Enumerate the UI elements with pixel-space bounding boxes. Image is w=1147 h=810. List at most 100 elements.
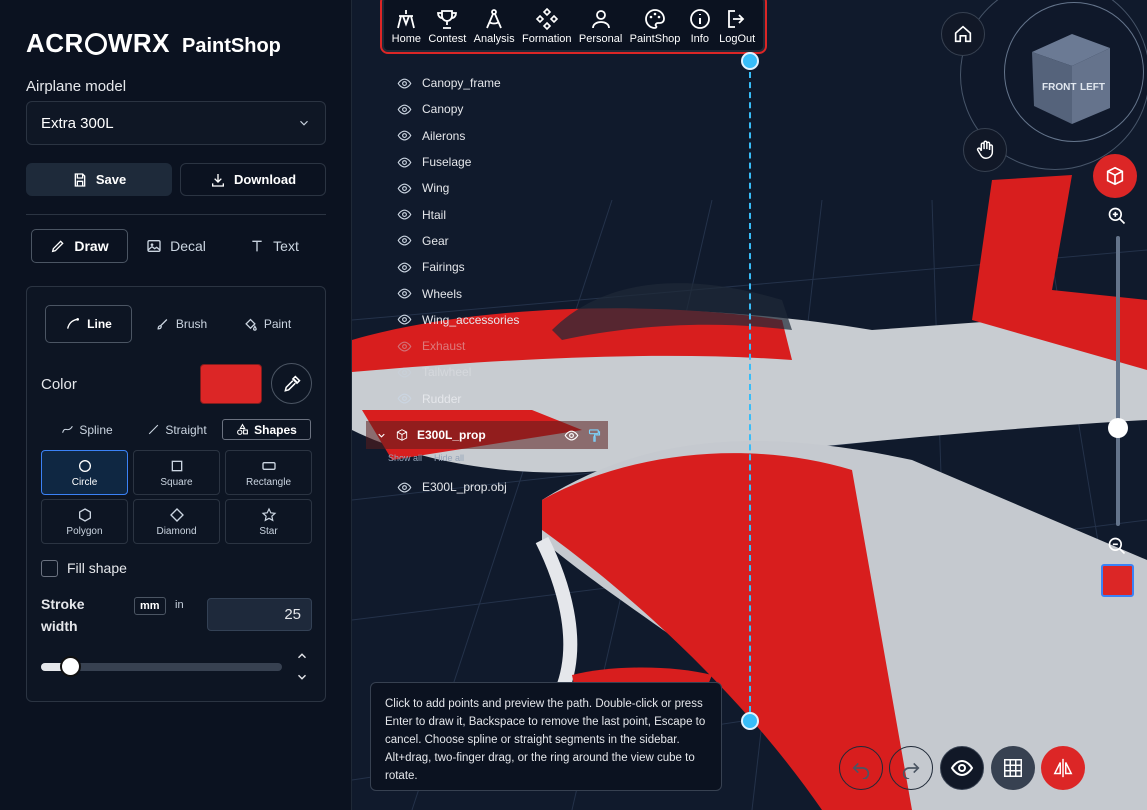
hexagon-icon [78,507,91,522]
child-part-name: E300L_prop.obj [422,480,507,495]
object-mode-button[interactable] [1093,154,1137,198]
nav-logout[interactable]: LogOut [719,7,755,45]
chevron-down-icon [300,120,308,126]
shape-polygon[interactable]: Polygon [41,499,128,544]
download-button[interactable]: Download [180,163,326,196]
unit-in-button[interactable]: in [175,599,184,611]
part-row[interactable]: Wing [380,175,610,201]
stroke-slider[interactable] [41,656,282,677]
nav-formation[interactable]: Formation [522,7,572,45]
eye-icon[interactable] [397,480,412,495]
chevron-down-icon[interactable] [295,670,309,684]
diamond-icon [169,507,184,522]
trophy-icon [437,10,458,29]
grid-toggle-button[interactable] [991,746,1035,790]
eye-icon[interactable] [397,260,412,275]
fill-shape-checkbox[interactable] [41,560,58,577]
zoom-slider[interactable] [1116,236,1120,526]
mode-shapes[interactable]: Shapes [222,419,311,440]
nav-analysis[interactable]: Analysis [474,7,515,45]
eye-icon[interactable] [397,155,412,170]
eye-icon[interactable] [397,286,412,301]
active-color-indicator[interactable] [1101,564,1134,597]
path-point-start[interactable] [741,52,759,70]
color-swatch[interactable] [200,364,262,404]
paint-roller-icon[interactable] [587,428,602,443]
eye-icon[interactable] [397,391,412,406]
nav-home[interactable]: Home [392,7,421,45]
undo-button[interactable] [839,746,883,790]
grid-icon [1004,759,1022,777]
visibility-button[interactable] [940,746,984,790]
shape-rectangle[interactable]: Rectangle [225,450,312,495]
home-view-button[interactable] [941,12,985,56]
model-select[interactable]: Extra 300L [26,101,326,145]
eye-icon[interactable] [397,233,412,248]
nav-paintshop[interactable]: PaintShop [630,7,680,45]
tool-line[interactable]: Line [45,305,132,343]
zoom-in-icon[interactable] [1107,206,1127,226]
child-part-row[interactable]: E300L_prop.obj [380,474,507,500]
tab-decal[interactable]: Decal [136,229,216,263]
stroke-width-input[interactable]: 25 [207,598,312,631]
hide-all-link[interactable]: Hide all [434,453,464,463]
part-row[interactable]: Wheels [380,280,610,306]
cube-icon [396,429,408,441]
tool-paint[interactable]: Paint [227,305,307,343]
draw-panel: Line Brush Paint Color Spline Straight S… [26,286,326,702]
parts-list: Canopy_frame Canopy Ailerons Fuselage Wing Ht… [380,70,610,412]
tab-draw[interactable]: Draw [31,229,128,263]
part-row[interactable]: Ailerons [380,123,610,149]
part-row[interactable]: Fairings [380,254,610,280]
part-row[interactable]: Fuselage [380,149,610,175]
eye-icon[interactable] [397,339,412,354]
redo-button[interactable] [889,746,933,790]
eye-icon [950,759,974,777]
part-row[interactable]: Wing_accessories [380,307,610,333]
part-row[interactable]: Canopy [380,96,610,122]
stroke-slider-handle[interactable] [59,656,81,677]
nav-personal[interactable]: Personal [579,7,622,45]
text-icon [252,240,262,252]
eye-icon[interactable] [564,428,579,443]
3d-viewport[interactable]: Home Contest Analysis Formation Personal… [352,0,1147,810]
color-label: Color [41,376,77,393]
part-row[interactable]: Rudder [380,386,610,412]
eye-icon[interactable] [397,128,412,143]
eye-icon[interactable] [397,365,412,380]
shape-square[interactable]: Square [133,450,220,495]
zoom-out-icon[interactable] [1107,536,1127,556]
path-point-end[interactable] [741,712,759,730]
show-all-link[interactable]: Show all [388,453,422,463]
eye-icon[interactable] [397,102,412,117]
unit-mm-button[interactable]: mm [134,597,166,615]
chevron-down-icon[interactable] [376,430,387,441]
chevron-up-icon[interactable] [295,649,309,663]
eye-icon[interactable] [397,181,412,196]
part-row[interactable]: Canopy_frame [380,70,610,96]
eye-icon[interactable] [397,76,412,91]
tab-text-label: Text [273,238,299,254]
part-row[interactable]: Gear [380,228,610,254]
eye-icon[interactable] [397,312,412,327]
eye-icon[interactable] [397,207,412,222]
pan-button[interactable] [963,128,1007,172]
zoom-slider-handle[interactable] [1108,418,1128,438]
view-cube[interactable]: FRONT LEFT [1022,30,1122,130]
shape-star[interactable]: Star [225,499,312,544]
part-row[interactable]: Tailwheel [380,359,610,385]
nav-info[interactable]: Info [688,7,712,45]
tab-text[interactable]: Text [236,229,312,263]
tool-brush[interactable]: Brush [141,305,221,343]
part-group-row[interactable]: E300L_prop [366,421,608,449]
shape-diamond[interactable]: Diamond [133,499,220,544]
nav-contest[interactable]: Contest [428,7,466,45]
part-row[interactable]: Htail [380,201,610,227]
part-row[interactable]: Exhaust [380,333,610,359]
mode-straight[interactable]: Straight [141,419,213,440]
mode-spline[interactable]: Spline [55,419,119,440]
save-button[interactable]: Save [26,163,172,196]
shape-circle[interactable]: Circle [41,450,128,495]
mirror-button[interactable] [1041,746,1085,790]
eyedropper-button[interactable] [271,363,312,404]
